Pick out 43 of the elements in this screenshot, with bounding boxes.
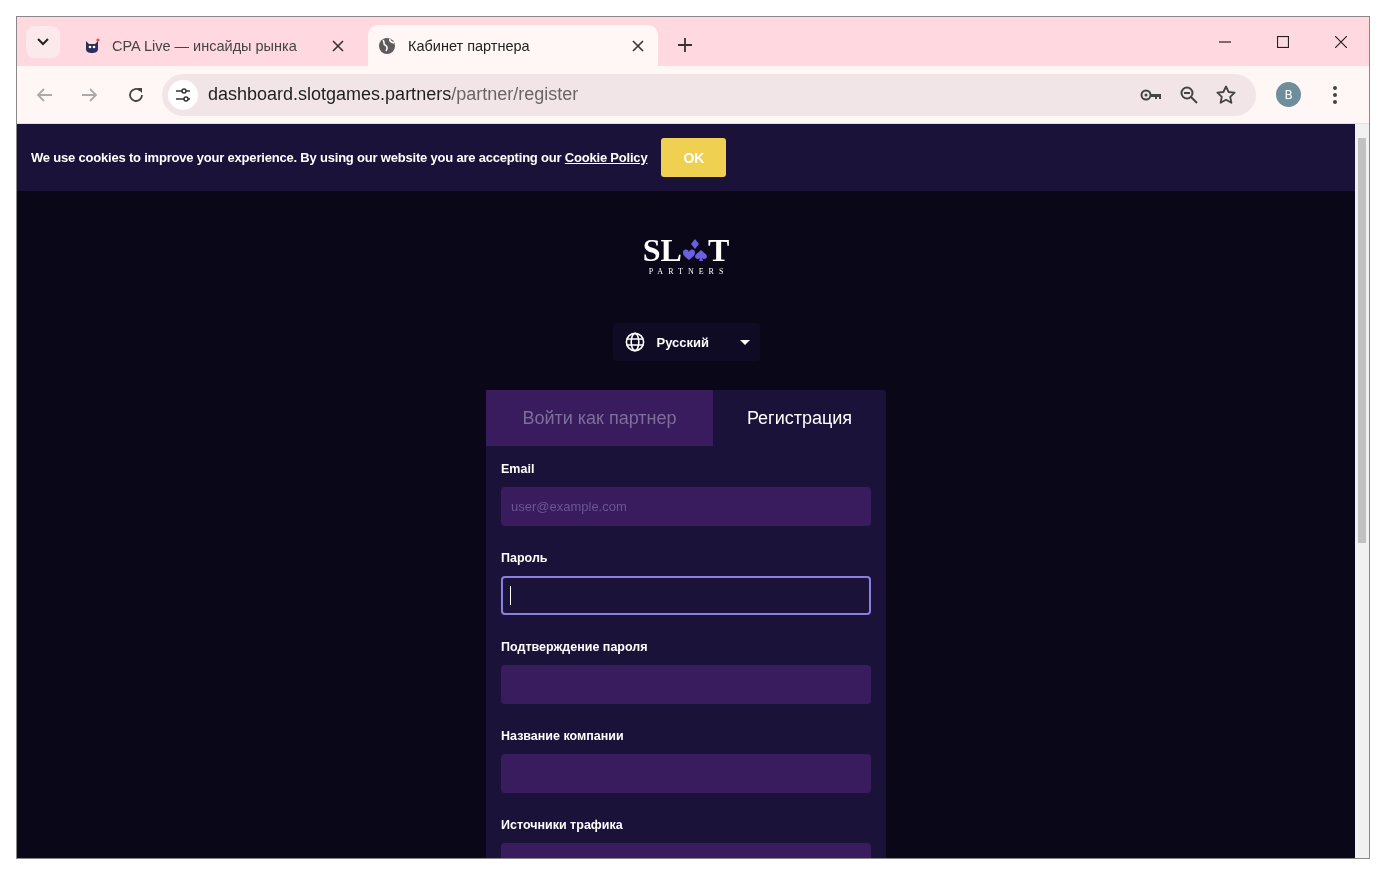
globe-icon: [624, 332, 645, 352]
logo-text: T: [707, 235, 730, 265]
globe-icon: [378, 36, 396, 55]
tab-title: Кабинет партнера: [408, 37, 531, 54]
input-field[interactable]: [501, 665, 871, 704]
cookie-policy-link[interactable]: Cookie Policy: [564, 150, 648, 165]
site-info-button[interactable]: [168, 79, 198, 110]
key-icon[interactable]: [1140, 88, 1162, 101]
form-tab[interactable]: Регистрация: [713, 390, 886, 446]
close-icon[interactable]: [1335, 36, 1347, 48]
maximize-icon[interactable]: [1277, 36, 1289, 48]
tab-title: CPA Live — инсайды рынка: [112, 37, 298, 54]
more-vertical-icon[interactable]: [1333, 85, 1337, 104]
tab-search-button[interactable]: [26, 26, 60, 58]
cat-face-icon: [84, 37, 100, 54]
input-field[interactable]: [501, 576, 871, 615]
field-label: Название компании: [501, 729, 625, 743]
input-field[interactable]: [501, 754, 871, 793]
tune-icon: [175, 87, 191, 102]
logo-text: SL: [642, 235, 682, 265]
field-label: Источники трафика: [501, 818, 624, 832]
chevron-down-icon: [37, 38, 49, 46]
field-label: Email: [501, 462, 536, 476]
logo-tagline: PARTNERS: [648, 267, 729, 276]
cookie-notice-text: We use cookies to improve your experience. By using our website you are accepting our Cookie Policy: [31, 150, 648, 165]
language-dropdown[interactable]: Русский: [612, 323, 760, 361]
close-icon[interactable]: [332, 39, 344, 52]
plus-icon[interactable]: [678, 38, 692, 52]
browser-tab[interactable]: CPA Live — инсайды рынка: [68, 25, 358, 66]
input-field[interactable]: user@example.com: [501, 487, 871, 526]
field-label: Пароль: [501, 551, 549, 565]
address-bar[interactable]: dashboard.slotgames.partners/partner/register: [162, 73, 1256, 116]
zoom-out-icon[interactable]: [1180, 85, 1198, 104]
reload-icon[interactable]: [128, 86, 144, 103]
field-label: Подтверждение пароля: [501, 640, 649, 654]
text-cursor: [510, 586, 511, 605]
caret-down-icon: [739, 339, 750, 345]
scrollbar[interactable]: [1355, 124, 1369, 858]
star-icon[interactable]: [1216, 85, 1236, 104]
url-text: dashboard.slotgames.partners/partner/register: [208, 84, 579, 105]
close-icon[interactable]: [632, 39, 644, 52]
browser-tab[interactable]: Кабинет партнера: [368, 25, 658, 66]
card-suits-icon: [682, 238, 707, 262]
